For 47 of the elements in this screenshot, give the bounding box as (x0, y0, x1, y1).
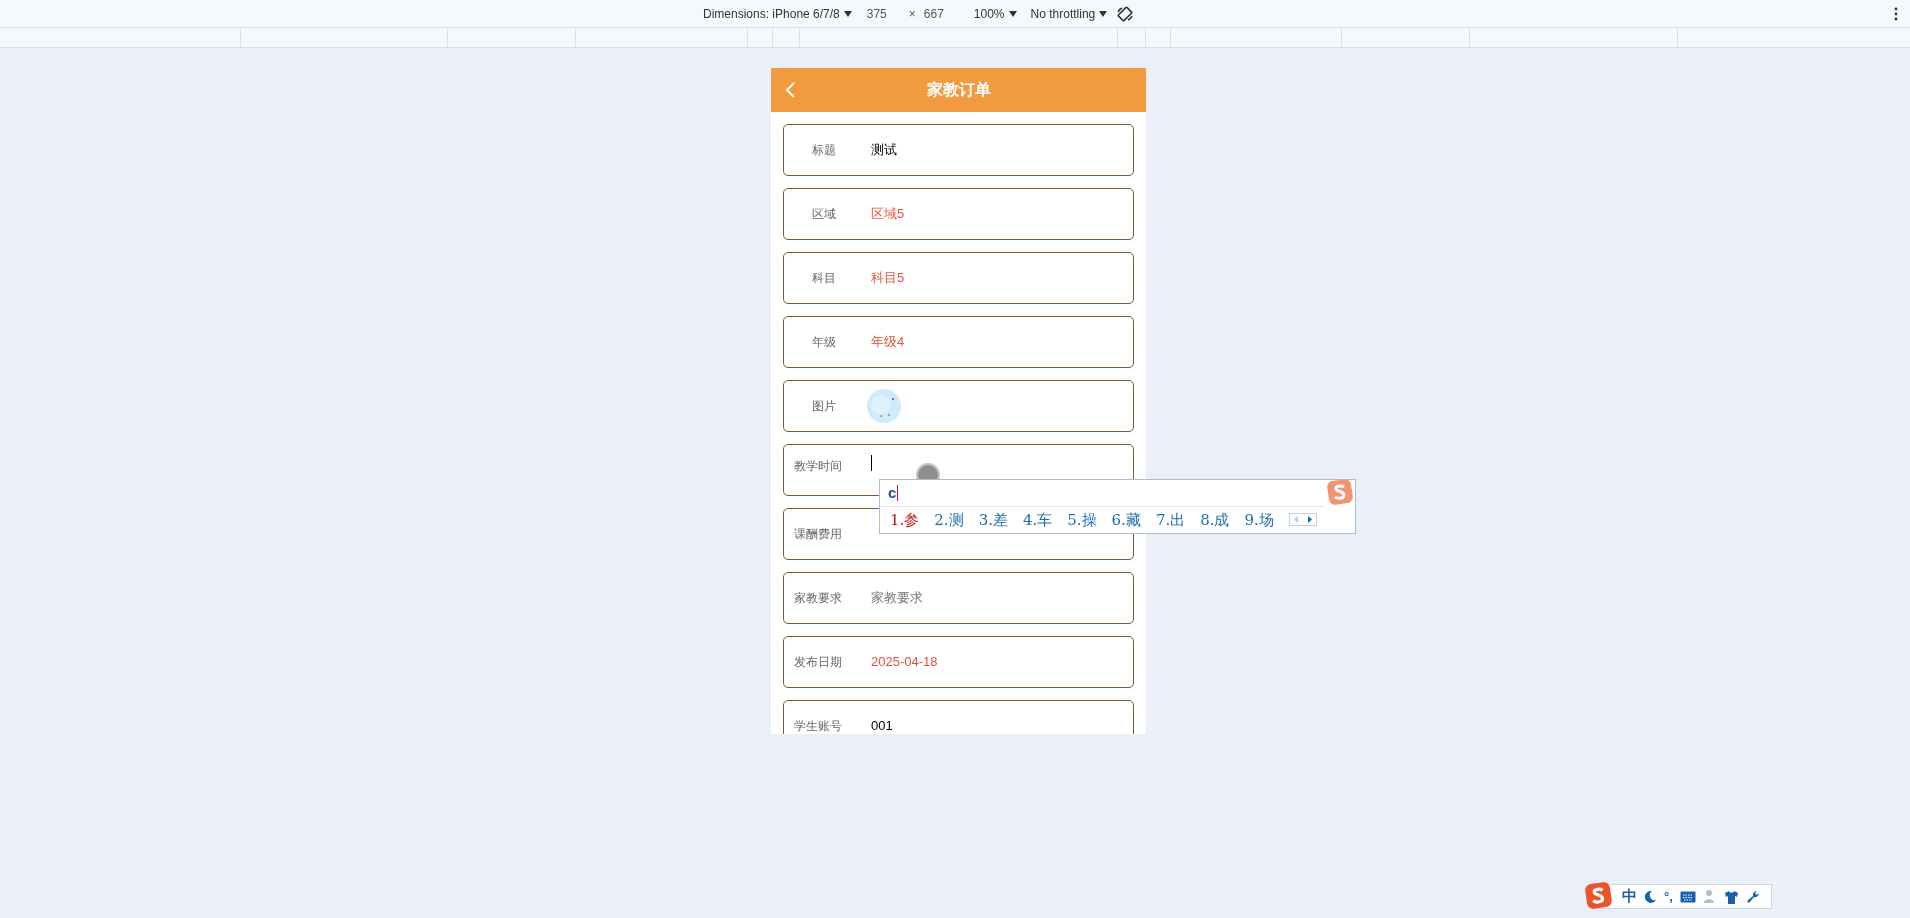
caret-icon (1008, 10, 1017, 17)
height-field[interactable]: 667 (923, 4, 944, 23)
throttling-select[interactable]: No throttling (1030, 4, 1108, 23)
placeholder-text: 家教要求 (871, 589, 923, 608)
ime-candidate[interactable]: 3.差 (978, 508, 1008, 531)
field-label: 图片 (811, 398, 837, 415)
field-label: 课酬费用 (793, 526, 843, 543)
device-select[interactable]: Dimensions: iPhone 6/7/8 (703, 4, 852, 23)
field-label: 教学时间 (793, 458, 843, 475)
caret-icon (1099, 10, 1108, 17)
field-label: 科目 (811, 270, 837, 287)
field-value[interactable]: 科目5 (871, 268, 905, 288)
field-label: 标题 (811, 142, 837, 159)
ime-candidate[interactable]: 4.车 (1022, 508, 1053, 531)
field-label: 发布日期 (793, 654, 843, 671)
ime-candidate[interactable]: 2.测 (934, 508, 964, 531)
ime-candidate[interactable]: 1.参 (890, 508, 920, 531)
input-field[interactable]: 家教要求 家教要求 (783, 572, 1134, 624)
field-label: 家教要求 (793, 590, 843, 607)
page-arrows-icon[interactable] (1288, 513, 1317, 527)
field-value[interactable]: 区域5 (871, 204, 905, 224)
ime-candidate[interactable]: 8.成 (1200, 508, 1230, 531)
ime-candidate[interactable]: 5.操 (1067, 508, 1097, 531)
field-label: 区域 (811, 206, 837, 223)
field-label: 年级 (811, 334, 837, 351)
ime-composition: c (888, 484, 899, 501)
ime-candidate[interactable]: 7.出 (1155, 508, 1186, 531)
field-value[interactable]: 年级4 (871, 332, 905, 352)
moon-icon[interactable] (1644, 890, 1657, 903)
more-icon[interactable] (1894, 6, 1898, 21)
punctuation-mode[interactable]: °, (1664, 886, 1673, 907)
rotate-icon[interactable] (1117, 5, 1134, 22)
dimension-separator: × (908, 5, 916, 23)
shirt-icon[interactable] (1723, 889, 1739, 904)
page-title: 家教订单 (926, 80, 991, 100)
wrench-icon[interactable] (1745, 889, 1760, 904)
width-field[interactable]: 375 (866, 4, 887, 23)
ime-tray-logo-icon[interactable] (1585, 882, 1612, 909)
ime-candidate[interactable]: 9.场 (1244, 508, 1274, 531)
field-value: 测试 (871, 141, 897, 160)
field-value: 001 (871, 717, 893, 734)
caret-icon (843, 10, 852, 17)
zoom-select[interactable]: 100% (973, 4, 1017, 23)
field-label: 学生账号 (793, 718, 843, 734)
field-value[interactable]: 2025-04-18 (871, 652, 938, 672)
keyboard-icon[interactable] (1679, 890, 1696, 903)
language-mode[interactable]: 中 (1622, 885, 1637, 908)
